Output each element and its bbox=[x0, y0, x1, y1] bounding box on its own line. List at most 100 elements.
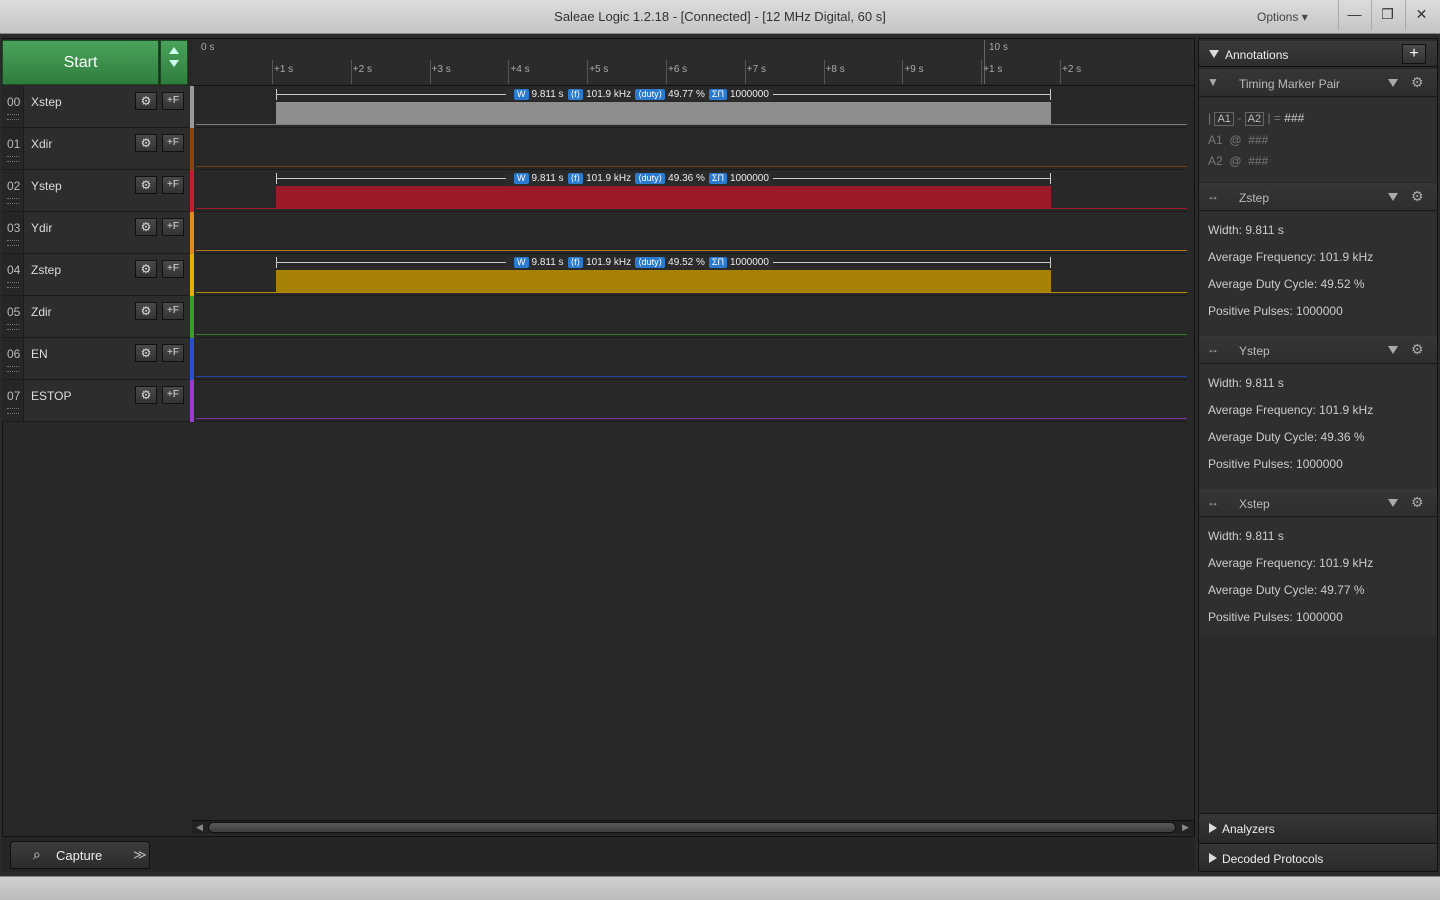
ruler-tick-label: +4 s bbox=[510, 64, 530, 75]
channel-trigger-button[interactable]: +F bbox=[162, 134, 184, 152]
measurement-width-tag: W bbox=[514, 173, 529, 184]
waveform-lane[interactable] bbox=[196, 212, 1187, 254]
channel-row[interactable]: 05 Zdir ⚙ +F bbox=[2, 296, 194, 338]
channel-row[interactable]: 04 Zstep ⚙ +F bbox=[2, 254, 194, 296]
horizontal-scrollbar[interactable]: ◀ ▶ bbox=[192, 820, 1194, 834]
gear-icon[interactable]: ⚙ bbox=[1411, 74, 1424, 91]
channel-trigger-button[interactable]: +F bbox=[162, 176, 184, 194]
waveform-lane[interactable]: W 9.811 s ⟨f⟩ 101.9 kHz ⟨duty⟩ 49.52 % ΣΠ 10000… bbox=[196, 254, 1187, 296]
expand-icon bbox=[1209, 823, 1217, 833]
scroll-right-icon[interactable]: ▶ bbox=[1182, 822, 1189, 833]
annotation-width: Width: 9.811 s bbox=[1208, 223, 1284, 237]
channel-settings-button[interactable]: ⚙ bbox=[135, 386, 157, 404]
timing-marker-pair-body: | A1 - A2 | = ### A1 @ ### A2 @ ### bbox=[1199, 98, 1437, 182]
channel-settings-button[interactable]: ⚙ bbox=[135, 134, 157, 152]
options-menu[interactable]: Options ▾ bbox=[1257, 10, 1308, 24]
marker-a1-box[interactable]: A1 bbox=[1214, 112, 1234, 126]
dropdown-icon[interactable] bbox=[1388, 499, 1398, 507]
start-button[interactable]: Start bbox=[2, 40, 159, 85]
channel-settings-button[interactable]: ⚙ bbox=[135, 92, 157, 110]
drag-handle-icon[interactable] bbox=[7, 282, 19, 288]
measurement-start-marker bbox=[276, 173, 277, 184]
marker-a2-box[interactable]: A2 bbox=[1244, 112, 1265, 126]
dropdown-icon[interactable] bbox=[1388, 79, 1398, 87]
restore-button[interactable]: ❐ bbox=[1371, 0, 1403, 30]
waveform-lane[interactable] bbox=[196, 380, 1187, 422]
channel-name[interactable]: Ydir bbox=[31, 221, 52, 235]
channel-name[interactable]: ESTOP bbox=[31, 389, 71, 403]
drag-handle-icon[interactable] bbox=[7, 156, 19, 162]
dropdown-icon[interactable] bbox=[1388, 346, 1398, 354]
timing-marker-pair-header[interactable]: ▼ Timing Marker Pair ⚙ bbox=[1199, 69, 1437, 97]
channel-trigger-button[interactable]: +F bbox=[162, 302, 184, 320]
time-ruler[interactable]: 0 s 10 s +1 s +2 s +3 s +4 s +5 s +6 s +7 s +8 s +… bbox=[192, 40, 1194, 86]
annotation-channel-name: Zstep bbox=[1239, 191, 1270, 205]
drag-handle-icon[interactable] bbox=[7, 198, 19, 204]
gear-icon[interactable]: ⚙ bbox=[1411, 341, 1424, 358]
channel-name[interactable]: Zstep bbox=[31, 263, 61, 277]
minimize-button[interactable]: — bbox=[1338, 0, 1370, 30]
more-tabs-icon[interactable]: ≫ bbox=[133, 847, 147, 863]
timing-marker-pair-label: Timing Marker Pair bbox=[1239, 77, 1340, 91]
waveform-lane[interactable]: W 9.811 s ⟨f⟩ 101.9 kHz ⟨duty⟩ 49.77 % ΣΠ 10000… bbox=[196, 86, 1187, 128]
decoded-protocols-header[interactable]: Decoded Protocols bbox=[1199, 843, 1437, 871]
annotation-header[interactable]: ↔ Zstep ⚙ bbox=[1199, 183, 1437, 211]
measurement-bar[interactable]: W 9.811 s ⟨f⟩ 101.9 kHz ⟨duty⟩ 49.52 % ΣΠ 10000… bbox=[276, 257, 1051, 269]
channel-name[interactable]: Xstep bbox=[31, 95, 62, 109]
close-button[interactable]: ✕ bbox=[1405, 0, 1437, 30]
channel-number: 04 bbox=[7, 263, 21, 277]
channel-name[interactable]: Zdir bbox=[31, 305, 52, 319]
annotation-body: Width: 9.811 s Average Frequency: 101.9 k… bbox=[1199, 518, 1437, 642]
channel-row[interactable]: 02 Ystep ⚙ +F bbox=[2, 170, 194, 212]
add-annotation-button[interactable]: + bbox=[1402, 44, 1426, 64]
marker-icon: ▼ bbox=[1207, 75, 1219, 89]
analyzers-header[interactable]: Analyzers bbox=[1199, 813, 1437, 841]
right-panel: Annotations + ▼ Timing Marker Pair ⚙ | A… bbox=[1198, 38, 1438, 872]
channel-row[interactable]: 03 Ydir ⚙ +F bbox=[2, 212, 194, 254]
ruler-major-label: 10 s bbox=[989, 42, 1008, 53]
channel-settings-button[interactable]: ⚙ bbox=[135, 344, 157, 362]
dropdown-icon[interactable] bbox=[1388, 193, 1398, 201]
channel-row[interactable]: 07 ESTOP ⚙ +F bbox=[2, 380, 194, 422]
waveform-lane[interactable] bbox=[196, 128, 1187, 170]
waveform-lane[interactable]: W 9.811 s ⟨f⟩ 101.9 kHz ⟨duty⟩ 49.36 % ΣΠ 10000… bbox=[196, 170, 1187, 212]
measurement-bar[interactable]: W 9.811 s ⟨f⟩ 101.9 kHz ⟨duty⟩ 49.36 % ΣΠ 10000… bbox=[276, 173, 1051, 185]
scrollbar-thumb[interactable] bbox=[208, 822, 1176, 833]
channel-trigger-button[interactable]: +F bbox=[162, 218, 184, 236]
waveform-lane[interactable] bbox=[196, 338, 1187, 380]
waveform-lane[interactable] bbox=[196, 296, 1187, 338]
channel-settings-button[interactable]: ⚙ bbox=[135, 176, 157, 194]
channel-trigger-button[interactable]: +F bbox=[162, 386, 184, 404]
tab-capture[interactable]: ⌕ Capture ≫ bbox=[10, 841, 150, 869]
annotations-header[interactable]: Annotations + bbox=[1199, 41, 1437, 67]
channel-trigger-button[interactable]: +F bbox=[162, 344, 184, 362]
measurement-readout: W 9.811 s ⟨f⟩ 101.9 kHz ⟨duty⟩ 49.36 % ΣΠ 10000… bbox=[506, 173, 773, 185]
waveform-area[interactable]: W 9.811 s ⟨f⟩ 101.9 kHz ⟨duty⟩ 49.77 % ΣΠ 10000… bbox=[196, 86, 1187, 422]
channel-settings-button[interactable]: ⚙ bbox=[135, 218, 157, 236]
measurement-bar[interactable]: W 9.811 s ⟨f⟩ 101.9 kHz ⟨duty⟩ 49.77 % ΣΠ 10000… bbox=[276, 89, 1051, 101]
drag-handle-icon[interactable] bbox=[7, 324, 19, 330]
gear-icon[interactable]: ⚙ bbox=[1411, 188, 1424, 205]
channel-trigger-button[interactable]: +F bbox=[162, 92, 184, 110]
drag-handle-icon[interactable] bbox=[7, 408, 19, 414]
channel-row[interactable]: 06 EN ⚙ +F bbox=[2, 338, 194, 380]
channel-name[interactable]: Ystep bbox=[31, 179, 62, 193]
channel-name[interactable]: EN bbox=[31, 347, 48, 361]
start-options-button[interactable] bbox=[160, 40, 188, 85]
drag-handle-icon[interactable] bbox=[7, 240, 19, 246]
annotation-header[interactable]: ↔ Xstep ⚙ bbox=[1199, 489, 1437, 517]
gear-icon[interactable]: ⚙ bbox=[1411, 494, 1424, 511]
channel-trigger-button[interactable]: +F bbox=[162, 260, 184, 278]
channel-settings-button[interactable]: ⚙ bbox=[135, 260, 157, 278]
ruler-tick-line bbox=[587, 60, 589, 84]
channel-row[interactable]: 00 Xstep ⚙ +F bbox=[2, 86, 194, 128]
annotation-header[interactable]: ↔ Ystep ⚙ bbox=[1199, 336, 1437, 364]
channel-index-column: 05 bbox=[2, 296, 24, 337]
channel-color-bar bbox=[190, 128, 194, 170]
drag-handle-icon[interactable] bbox=[7, 366, 19, 372]
channel-settings-button[interactable]: ⚙ bbox=[135, 302, 157, 320]
channel-name[interactable]: Xdir bbox=[31, 137, 52, 151]
channel-row[interactable]: 01 Xdir ⚙ +F bbox=[2, 128, 194, 170]
scroll-left-icon[interactable]: ◀ bbox=[196, 822, 203, 833]
drag-handle-icon[interactable] bbox=[7, 114, 19, 120]
